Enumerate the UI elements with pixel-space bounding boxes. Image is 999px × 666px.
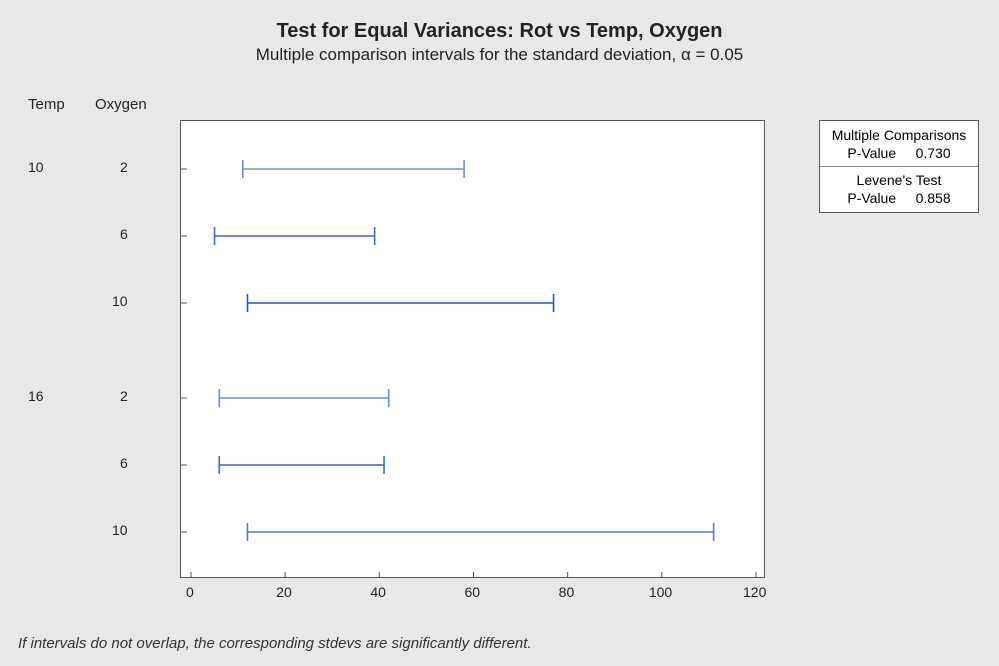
chart-subtitle: Multiple comparison intervals for the st… [0,45,999,65]
test-results-box: Multiple Comparisons P-Value 0.730 Leven… [819,120,979,213]
plot-area [180,120,765,578]
x-tick-label: 0 [186,584,194,600]
chart-title: Test for Equal Variances: Rot vs Temp, O… [0,20,999,43]
temp-level-1: 16 [28,388,44,404]
mc-value: 0.730 [916,145,951,161]
footnote: If intervals do not overlap, the corresp… [18,635,532,652]
oxygen-row-1: 6 [120,226,128,242]
temp-level-0: 10 [28,159,44,175]
x-tick-label: 80 [559,584,575,600]
mc-title: Multiple Comparisons [830,127,968,143]
oxygen-row-0: 2 [120,159,128,175]
legend-divider [820,166,978,167]
mc-row: P-Value 0.730 [830,145,968,161]
x-tick-label: 40 [370,584,386,600]
x-tick-label: 120 [743,584,766,600]
mc-label: P-Value [847,145,896,161]
x-tick-label: 20 [276,584,292,600]
levene-row: P-Value 0.858 [830,190,968,206]
factor2-header: Oxygen [95,96,147,113]
oxygen-row-2: 10 [112,293,128,309]
oxygen-row-5: 10 [112,522,128,538]
levene-label: P-Value [847,190,896,206]
factor1-header: Temp [28,96,65,113]
plot-svg [181,121,766,579]
oxygen-row-4: 6 [120,455,128,471]
x-tick-label: 100 [649,584,672,600]
levene-value: 0.858 [916,190,951,206]
x-tick-label: 60 [465,584,481,600]
levene-title: Levene's Test [830,172,968,188]
oxygen-row-3: 2 [120,388,128,404]
